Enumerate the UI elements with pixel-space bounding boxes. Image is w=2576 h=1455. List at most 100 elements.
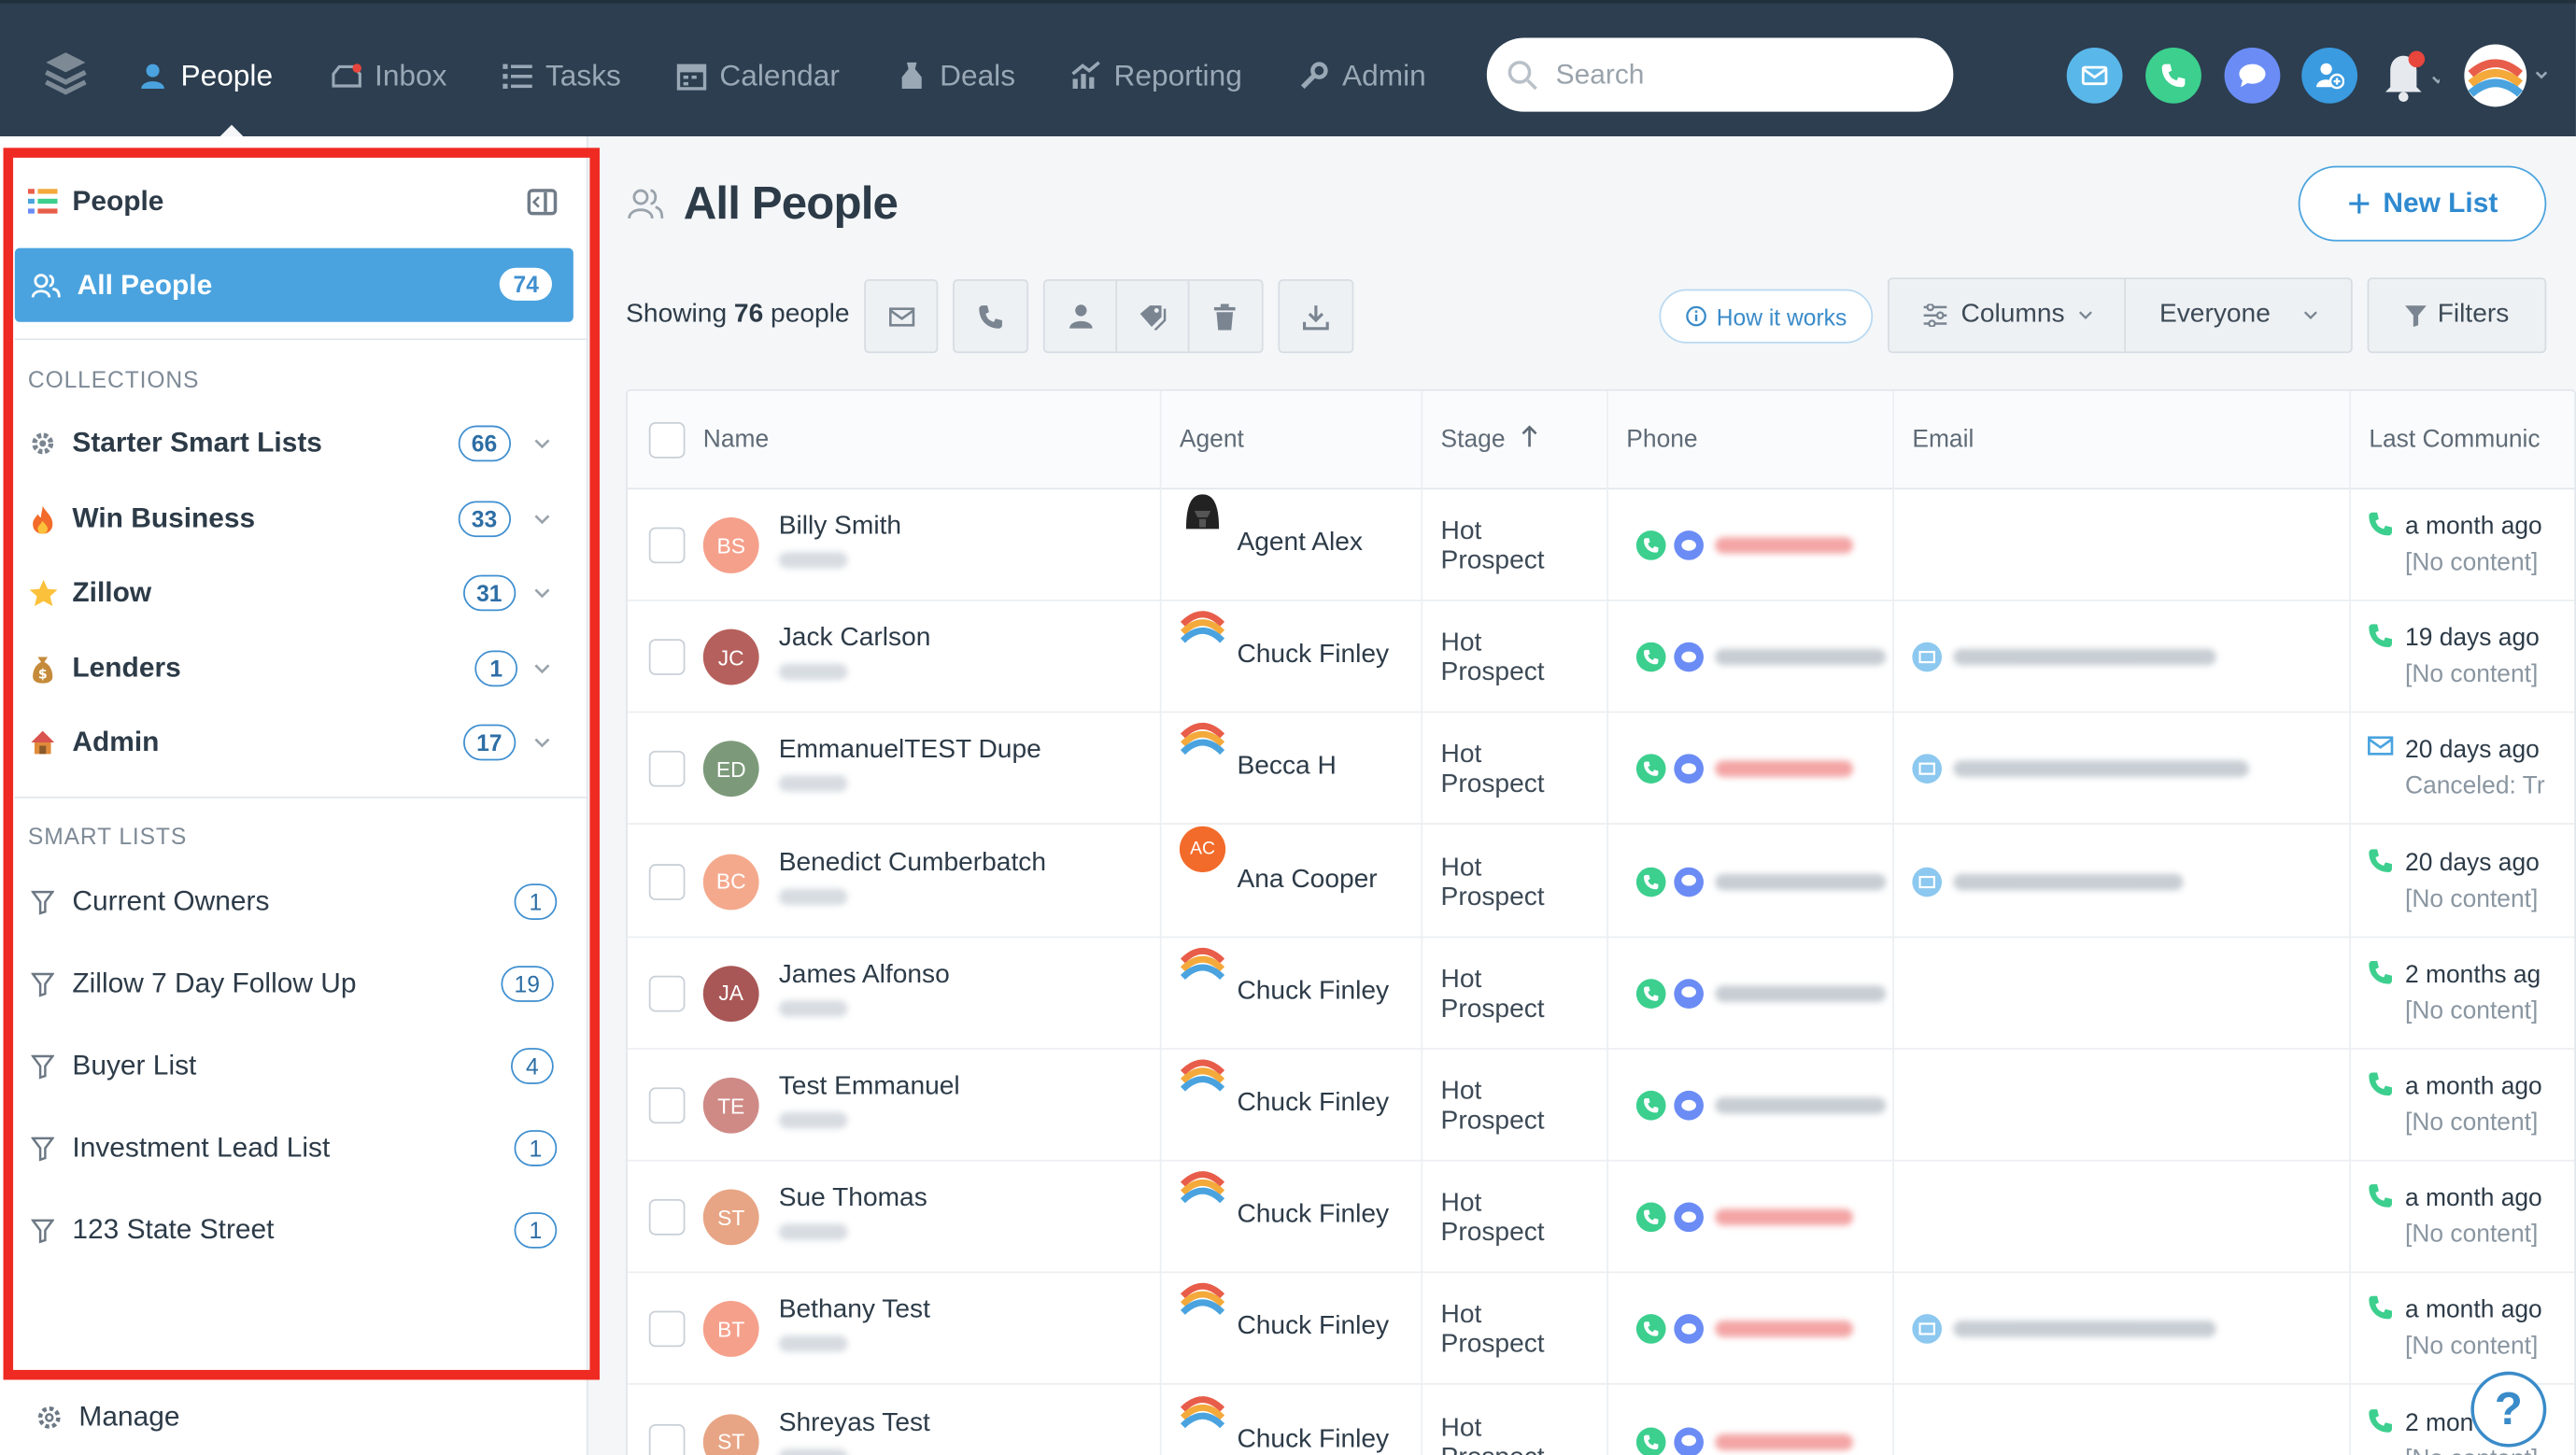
text-message-icon[interactable] <box>1674 643 1704 672</box>
chevron-down-icon[interactable] <box>534 511 551 528</box>
table-row[interactable]: ST Sue Thomas Chuck Finley Hot Prospect … <box>627 1162 2575 1274</box>
stage-cell[interactable]: Hot Prospect <box>1441 854 1545 912</box>
nav-item-inbox[interactable]: Inbox <box>332 56 447 95</box>
nav-item-tasks[interactable]: Tasks <box>502 56 621 95</box>
call-icon[interactable] <box>1635 530 1666 560</box>
email-icon[interactable] <box>1912 643 1943 672</box>
nav-item-calendar[interactable]: Calendar <box>676 56 840 95</box>
search-input[interactable] <box>1555 58 1918 92</box>
text-message-icon[interactable] <box>1674 530 1704 560</box>
person-name[interactable]: Test Emmanuel <box>779 1073 960 1103</box>
person-name[interactable]: James Alfonso <box>779 961 950 991</box>
stage-cell[interactable]: Hot Prospect <box>1441 966 1545 1024</box>
column-header-phone[interactable]: Phone <box>1626 426 1697 454</box>
chevron-down-icon[interactable] <box>534 734 551 751</box>
sidebar-item-123-state-street[interactable]: 123 State Street 1 <box>28 1208 570 1253</box>
select-all-checkbox[interactable] <box>648 422 686 459</box>
table-row[interactable]: JC Jack Carlson Chuck Finley Hot Prospec… <box>627 601 2575 713</box>
column-header-email[interactable]: Email <box>1912 426 1974 454</box>
search-box[interactable] <box>1486 37 1954 112</box>
person-name[interactable]: Bethany Test <box>779 1296 930 1326</box>
person-name[interactable]: Jack Carlson <box>779 625 931 655</box>
sidebar-item-buyer-list[interactable]: Buyer List 4 <box>28 1043 570 1089</box>
chevron-down-icon[interactable] <box>534 435 551 452</box>
table-row[interactable]: BC Benedict Cumberbatch AC Ana Cooper Ho… <box>627 826 2575 938</box>
table-row[interactable]: JA James Alfonso Chuck Finley Hot Prospe… <box>627 938 2575 1050</box>
row-checkbox[interactable] <box>648 975 686 1012</box>
assign-agent-button[interactable] <box>1045 280 1118 352</box>
app-logo-icon[interactable] <box>43 49 89 99</box>
how-it-works-button[interactable]: How it works <box>1659 289 1874 344</box>
sidebar-item-win-business[interactable]: Win Business 33 <box>28 496 570 542</box>
bulk-call-button[interactable] <box>953 279 1029 354</box>
nav-item-deals[interactable]: Deals <box>897 56 1015 95</box>
stage-cell[interactable]: Hot Prospect <box>1441 1302 1545 1361</box>
text-message-icon[interactable] <box>1674 866 1704 897</box>
stage-cell[interactable]: Hot Prospect <box>1441 629 1545 688</box>
sidebar-item-admin[interactable]: Admin 17 <box>28 719 570 765</box>
row-checkbox[interactable] <box>648 1311 686 1348</box>
collapse-sidebar-icon[interactable] <box>527 189 558 216</box>
nav-item-people[interactable]: People <box>138 56 273 95</box>
email-icon[interactable] <box>1912 1314 1943 1345</box>
column-header-name[interactable]: Name <box>703 426 769 454</box>
call-icon[interactable] <box>1635 978 1666 1009</box>
everyone-dropdown[interactable]: Everyone <box>2127 279 2351 351</box>
manage-button[interactable]: Manage <box>36 1401 179 1434</box>
text-message-icon[interactable] <box>1674 1202 1704 1233</box>
person-name[interactable]: EmmanuelTEST Dupe <box>779 737 1041 767</box>
text-message-icon[interactable] <box>1674 755 1704 784</box>
column-header-agent[interactable]: Agent <box>1180 426 1244 454</box>
row-checkbox[interactable] <box>648 1423 686 1455</box>
row-checkbox[interactable] <box>648 639 686 676</box>
row-checkbox[interactable] <box>648 1087 686 1124</box>
chevron-down-icon[interactable] <box>534 660 551 677</box>
bulk-email-button[interactable] <box>864 279 939 354</box>
table-row[interactable]: ST Shreyas Test Chuck Finley Hot Prospec… <box>628 1386 2574 1455</box>
person-name[interactable]: Sue Thomas <box>779 1184 927 1214</box>
row-checkbox[interactable] <box>648 527 686 564</box>
sidebar-item-zillow[interactable]: Zillow 31 <box>28 570 570 615</box>
chevron-down-icon[interactable] <box>534 585 551 601</box>
delete-button[interactable] <box>1189 281 1261 352</box>
sidebar-item-current-owners[interactable]: Current Owners 1 <box>28 879 570 925</box>
person-name[interactable]: Shreyas Test <box>779 1408 930 1438</box>
notification-bell-icon[interactable] <box>2381 48 2440 104</box>
filters-button[interactable]: Filters <box>2367 277 2547 354</box>
add-contact-button[interactable] <box>2301 48 2358 104</box>
export-button[interactable] <box>1278 279 1354 354</box>
help-button[interactable]: ? <box>2470 1371 2547 1448</box>
person-name[interactable]: Benedict Cumberbatch <box>779 849 1046 879</box>
user-avatar[interactable] <box>2464 44 2527 107</box>
call-icon[interactable] <box>1635 643 1666 672</box>
call-icon[interactable] <box>1635 1314 1666 1345</box>
sidebar-item-all-people[interactable]: All People 74 <box>14 247 573 322</box>
call-icon[interactable] <box>1635 1426 1666 1455</box>
sidebar-item-investment-lead-list[interactable]: Investment Lead List 1 <box>28 1125 570 1171</box>
sidebar-item-zillow-7-day-follow-up[interactable]: Zillow 7 Day Follow Up 19 <box>28 961 570 1007</box>
nav-item-admin[interactable]: Admin <box>1299 56 1426 95</box>
call-icon[interactable] <box>1635 866 1666 897</box>
table-row[interactable]: ED EmmanuelTEST Dupe Becca H Hot Prospec… <box>627 713 2575 826</box>
stage-cell[interactable]: Hot Prospect <box>1441 1414 1545 1455</box>
call-icon[interactable] <box>1635 1090 1666 1121</box>
stage-cell[interactable]: Hot Prospect <box>1441 1190 1545 1249</box>
sidebar-item-lenders[interactable]: $ Lenders 1 <box>28 645 570 691</box>
table-row[interactable]: TE Test Emmanuel Chuck Finley Hot Prospe… <box>627 1050 2575 1162</box>
person-name[interactable]: Billy Smith <box>779 513 901 543</box>
email-action-button[interactable] <box>2066 48 2123 104</box>
text-message-icon[interactable] <box>1674 1314 1704 1345</box>
sidebar-item-starter-smart-lists[interactable]: Starter Smart Lists 66 <box>28 420 570 466</box>
table-row[interactable]: BT Bethany Test Chuck Finley Hot Prospec… <box>627 1274 2575 1386</box>
stage-cell[interactable]: Hot Prospect <box>1441 742 1545 800</box>
column-header-last-communication[interactable]: Last Communic <box>2369 426 2540 454</box>
stage-cell[interactable]: Hot Prospect <box>1441 1078 1545 1137</box>
call-icon[interactable] <box>1635 1202 1666 1233</box>
nav-item-reporting[interactable]: Reporting <box>1071 56 1242 95</box>
row-checkbox[interactable] <box>648 751 686 788</box>
text-message-icon[interactable] <box>1674 1426 1704 1455</box>
columns-dropdown[interactable]: Columns <box>1890 279 2127 352</box>
column-header-stage[interactable]: Stage <box>1441 425 1538 453</box>
stage-cell[interactable]: Hot Prospect <box>1441 517 1545 576</box>
new-list-button[interactable]: New List <box>2298 165 2547 242</box>
